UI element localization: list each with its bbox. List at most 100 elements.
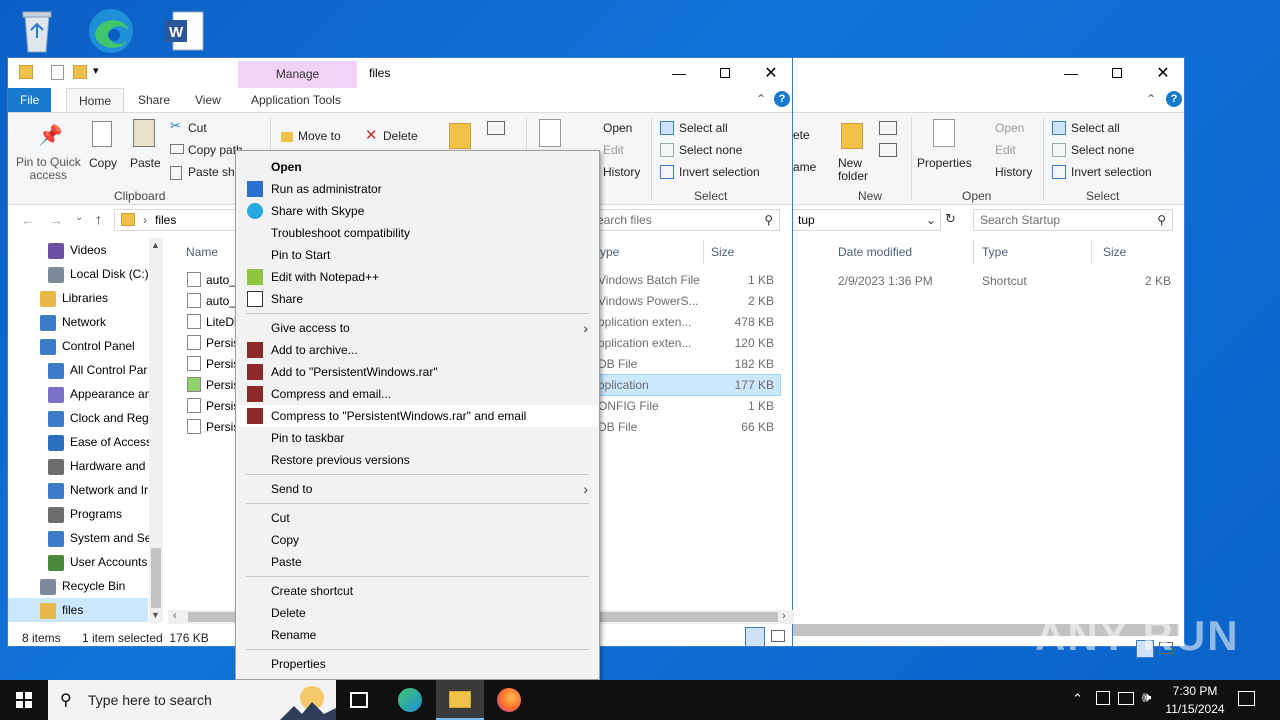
tab-home[interactable]: Home: [66, 88, 125, 112]
new-folder-quick-icon[interactable]: [73, 65, 87, 79]
easy-access-icon[interactable]: [879, 143, 897, 157]
chevron-up-icon[interactable]: ⌃: [1072, 691, 1083, 707]
close-button[interactable]: ✕: [1140, 58, 1186, 88]
menu-item[interactable]: Compress and email...: [237, 383, 598, 405]
file-icon[interactable]: [187, 314, 201, 329]
nav-item[interactable]: Network: [8, 310, 148, 334]
new-item-icon[interactable]: [879, 121, 897, 135]
explorer-taskbar-button[interactable]: [436, 680, 484, 720]
edit-button[interactable]: Edit: [603, 143, 624, 157]
chevron-up-icon[interactable]: ⌃: [1146, 92, 1156, 106]
menu-item[interactable]: Open: [237, 156, 598, 178]
word-icon[interactable]: W: [160, 6, 210, 56]
nav-item[interactable]: Recycle Bin: [8, 574, 148, 598]
move-to-button[interactable]: Move to: [298, 129, 341, 143]
task-view-icon[interactable]: [350, 692, 368, 708]
tiles-view-icon[interactable]: [771, 630, 785, 642]
tab-application-tools[interactable]: Application Tools: [239, 88, 353, 112]
column-name[interactable]: Name: [186, 245, 218, 259]
select-none-button[interactable]: Select none: [679, 143, 742, 157]
minimize-button[interactable]: —: [1048, 58, 1094, 88]
recycle-bin-icon[interactable]: [12, 6, 62, 56]
address-bar[interactable]: tup ⌄: [791, 209, 941, 231]
nav-item[interactable]: Local Disk (C:): [8, 262, 149, 286]
open-button[interactable]: Open: [995, 121, 1024, 135]
nav-item[interactable]: Hardware and: [8, 454, 148, 478]
clock-time[interactable]: 7:30 PM: [1160, 684, 1230, 698]
menu-item[interactable]: Edit with Notepad++: [237, 266, 598, 288]
menu-item[interactable]: Send to ›: [237, 478, 598, 500]
menu-item[interactable]: Give access to ›: [237, 317, 598, 339]
column-date-modified[interactable]: Date modified: [838, 245, 912, 259]
nav-item[interactable]: Libraries: [8, 286, 148, 310]
menu-item[interactable]: Run as administrator: [237, 178, 598, 200]
edit-button[interactable]: Edit: [995, 143, 1016, 157]
chevron-up-icon[interactable]: ⌃: [756, 92, 766, 106]
edge-taskbar-icon[interactable]: [398, 688, 422, 712]
scroll-down-icon[interactable]: ▼: [151, 610, 160, 620]
volume-icon[interactable]: 🕪: [1142, 689, 1151, 706]
column-size[interactable]: Size: [1103, 245, 1126, 259]
menu-item[interactable]: Add to archive...: [237, 339, 598, 361]
nav-item[interactable]: Control Panel: [8, 334, 148, 358]
maximize-button[interactable]: [1094, 58, 1140, 88]
invert-selection-button[interactable]: Invert selection: [679, 165, 760, 179]
new-item-icon[interactable]: [487, 121, 505, 135]
scroll-up-icon[interactable]: ▲: [151, 240, 160, 250]
nav-scrollbar[interactable]: ▲ ▼: [149, 238, 163, 623]
clock-date[interactable]: 11/15/2024: [1160, 702, 1230, 716]
menu-item[interactable]: Cut: [237, 507, 598, 529]
menu-item[interactable]: Rename: [237, 624, 598, 646]
forward-arrow-icon[interactable]: →: [49, 212, 63, 228]
search-input[interactable]: Search Startup ⚲: [973, 209, 1173, 231]
nav-item[interactable]: All Control Par: [8, 358, 148, 382]
history-dropdown-icon[interactable]: ⌄: [75, 212, 83, 223]
rename-button[interactable]: ame: [793, 160, 816, 174]
file-icon[interactable]: [187, 356, 201, 371]
address-bar[interactable]: › files: [114, 209, 244, 231]
invert-selection-button[interactable]: Invert selection: [1071, 165, 1152, 179]
start-button[interactable]: [0, 680, 48, 720]
scroll-right-icon[interactable]: ›: [782, 610, 786, 622]
menu-item[interactable]: Create shortcut: [237, 580, 598, 602]
nav-item[interactable]: Programs: [8, 502, 148, 526]
menu-item[interactable]: Delete: [237, 602, 598, 624]
menu-item[interactable]: Share: [237, 288, 598, 310]
file-icon[interactable]: [187, 272, 201, 287]
taskbar-search[interactable]: ⚲ Type here to search: [48, 680, 336, 720]
menu-item[interactable]: Restore previous versions: [237, 449, 598, 471]
up-arrow-icon[interactable]: ↑: [95, 211, 102, 227]
file-name[interactable]: LiteDl: [206, 315, 237, 329]
menu-item[interactable]: Troubleshoot compatibility: [237, 222, 598, 244]
history-button[interactable]: History: [995, 165, 1032, 179]
menu-item[interactable]: Properties: [237, 653, 598, 675]
copy-button[interactable]: Copy: [89, 156, 117, 170]
tab-file[interactable]: File: [8, 88, 52, 112]
nav-item[interactable]: files: [8, 598, 148, 622]
menu-item[interactable]: Pin to taskbar: [237, 427, 598, 449]
manage-tab[interactable]: Manage: [238, 61, 357, 88]
properties-button[interactable]: Properties: [917, 156, 972, 170]
help-icon[interactable]: ?: [774, 91, 790, 107]
nav-item[interactable]: User Accounts: [8, 550, 148, 574]
history-button[interactable]: History: [603, 165, 640, 179]
file-icon[interactable]: [187, 335, 201, 350]
delete-button[interactable]: Delete: [383, 129, 418, 143]
menu-item[interactable]: Copy: [237, 529, 598, 551]
network-wired-icon[interactable]: [1118, 692, 1134, 705]
close-button[interactable]: ✕: [748, 58, 794, 88]
select-all-button[interactable]: Select all: [679, 121, 728, 135]
scroll-left-icon[interactable]: ‹: [173, 610, 177, 622]
file-icon[interactable]: [187, 293, 201, 308]
cut-button[interactable]: Cut: [188, 121, 207, 135]
nav-item[interactable]: Videos: [8, 238, 148, 262]
back-arrow-icon[interactable]: ←: [21, 212, 35, 228]
paste-button[interactable]: Paste: [130, 156, 161, 170]
nav-item[interactable]: Network and Ir: [8, 478, 148, 502]
file-name[interactable]: auto_: [206, 294, 236, 308]
column-size[interactable]: Size: [711, 245, 734, 259]
customize-quick-access-icon[interactable]: ▾: [93, 64, 99, 77]
nav-item[interactable]: System and Sec: [8, 526, 157, 550]
column-type[interactable]: Type: [982, 245, 1008, 259]
delete-button[interactable]: ete: [793, 128, 810, 142]
